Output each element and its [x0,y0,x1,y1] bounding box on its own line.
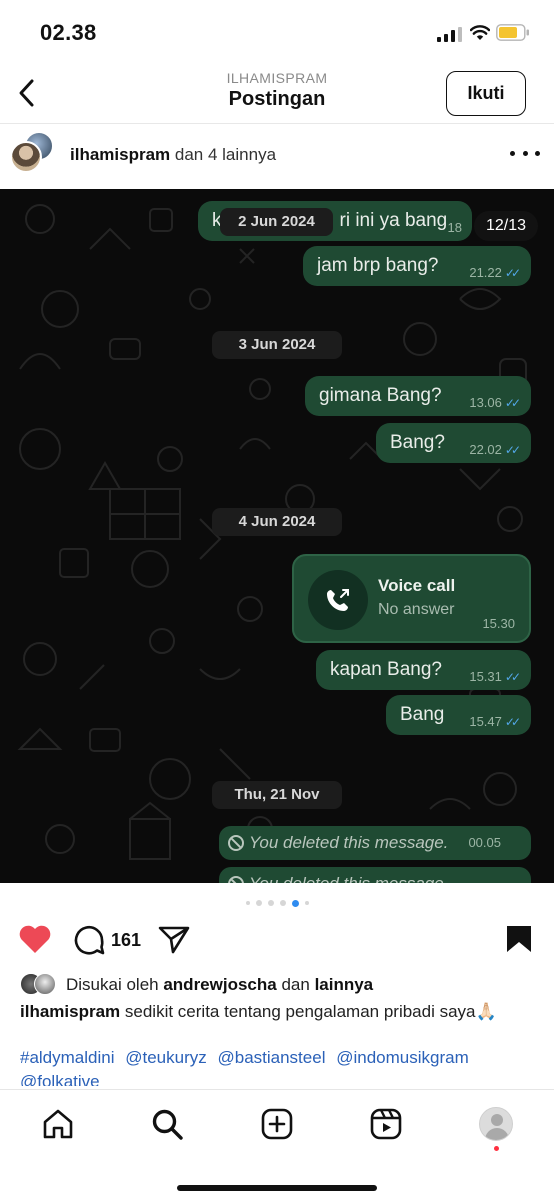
call-time: 15.30 [482,616,515,631]
home-indicator[interactable] [177,1185,377,1191]
carousel-counter: 12/13 [474,211,538,241]
search-icon [152,1109,183,1140]
call-status: No answer [378,601,455,618]
date-separator: 3 Jun 2024 [212,331,342,359]
chat-message: jam brp bang? 21.22 ✓✓ [303,246,531,286]
chat-message: Bang? 22.02 ✓✓ [376,423,531,463]
nav-reels[interactable] [368,1106,404,1142]
profile-avatar [479,1107,513,1141]
blocked-icon [228,876,244,883]
read-receipt-icon: ✓✓ [504,266,521,280]
avatar [34,973,56,995]
caption-username[interactable]: ilhamispram [20,1002,120,1021]
carousel-indicator [0,898,554,908]
chat-message: gimana Bang? 13.06 ✓✓ [305,376,531,416]
battery-icon [496,24,529,41]
reels-icon [370,1108,402,1140]
missed-call-icon [327,589,349,611]
read-receipt-icon: ✓✓ [504,443,521,457]
author-names[interactable]: ilhamispram dan 4 lainnya [70,145,276,165]
liker-avatars [20,973,64,997]
mention-link[interactable]: @indomusikgram [336,1048,469,1067]
heart-filled-icon[interactable] [18,924,52,954]
date-separator: 4 Jun 2024 [212,508,342,536]
post-caption: ilhamispram sedikit cerita tentang penga… [20,1000,540,1024]
nav-search[interactable] [149,1106,185,1142]
likes-others[interactable]: lainnya [315,975,374,994]
date-separator: 2 Jun 2024 [220,208,333,236]
read-receipt-icon: ✓✓ [504,396,521,410]
post-image[interactable]: 12/13 k ri ini ya bang 18 2 Jun 2024 jam … [0,189,554,883]
post-actions: 161 [0,918,554,962]
carousel-dot [279,900,286,906]
carousel-dot [267,900,274,906]
deleted-message: You deleted this message. 00.05 [219,826,531,860]
carousel-dot [304,901,309,905]
send-icon[interactable] [158,924,190,954]
chat-wallpaper-pattern [17,204,527,860]
mention-link[interactable]: @teukuryz [125,1048,207,1067]
status-time: 02.38 [40,20,97,45]
mention-link[interactable]: @bastiansteel [217,1048,325,1067]
more-horizontal-icon[interactable] [510,147,540,159]
carousel-dot [255,900,262,906]
collab-avatars[interactable] [10,131,54,175]
voice-call-card: Voice call No answer 15.30 [292,554,531,643]
bookmark-filled-icon[interactable] [505,924,533,954]
nav-create[interactable] [259,1106,295,1142]
comment-count[interactable]: 161 [111,930,141,951]
nav-profile[interactable] [478,1106,514,1142]
author-others[interactable]: dan 4 lainnya [175,145,276,164]
follow-button[interactable]: Ikuti [446,71,526,116]
author-username[interactable]: ilhamispram [70,145,170,164]
date-separator: Thu, 21 Nov [212,781,342,809]
post-header: ILHAMISPRAM Postingan Ikuti [0,62,554,124]
likes-row[interactable]: Disukai oleh andrewjoscha dan lainnya [20,973,540,999]
call-title: Voice call [378,576,456,595]
liker-username[interactable]: andrewjoscha [163,975,276,994]
bottom-navigation [0,1089,554,1200]
caption-tags: #aldymaldini @teukuryz @bastiansteel @in… [20,1046,540,1086]
author-row: ilhamispram dan 4 lainnya [0,125,554,189]
wifi-icon [470,25,490,40]
chat-message: kapan Bang? 15.31 ✓✓ [316,650,531,690]
status-bar: 02.38 [0,0,554,62]
blocked-icon [228,835,244,851]
hashtag-link[interactable]: #aldymaldini [20,1048,115,1067]
cellular-signal-icon [437,27,462,42]
deleted-message: You deleted this message [219,867,531,883]
caption-text: sedikit cerita tentang pengalaman pribad… [124,1002,497,1021]
notification-dot [494,1146,499,1151]
create-icon [261,1108,293,1140]
mention-link[interactable]: @folkative [20,1072,100,1086]
read-receipt-icon: ✓✓ [504,715,521,729]
likes-text[interactable]: Disukai oleh andrewjoscha dan lainnya [66,975,373,995]
carousel-dot-active [291,899,299,907]
comment-icon[interactable] [72,923,106,957]
carousel-dot [245,901,250,905]
chat-message: Bang 15.47 ✓✓ [386,695,531,735]
read-receipt-icon: ✓✓ [504,670,521,684]
home-icon [43,1109,73,1139]
avatar [10,141,42,173]
nav-home[interactable] [40,1106,76,1142]
